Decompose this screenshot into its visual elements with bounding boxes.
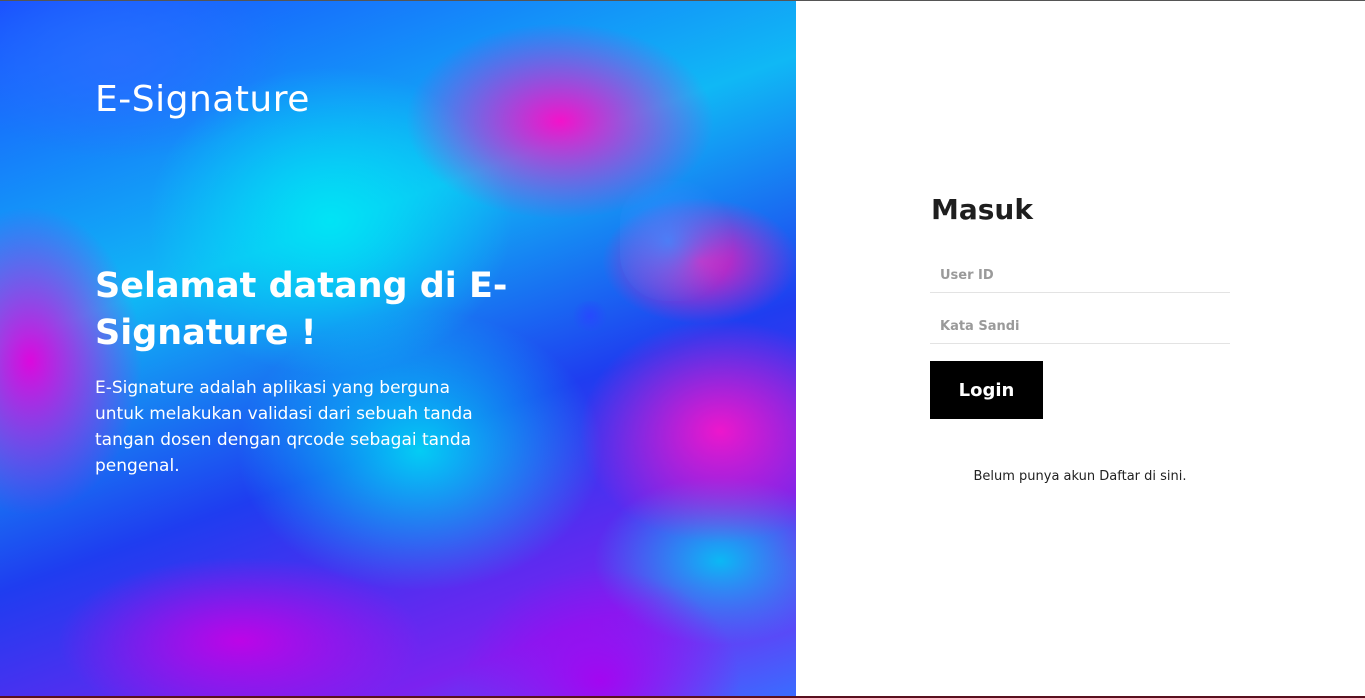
- user-id-input[interactable]: [930, 259, 1230, 293]
- login-panel: Masuk Login Belum punya akun Daftar di s…: [796, 1, 1365, 696]
- signup-prefix: Belum punya akun: [973, 469, 1096, 484]
- signup-prompt: Belum punya akun Daftar di sini.: [930, 469, 1230, 484]
- hero-panel: E-Signature Selamat datang di E-Signatur…: [0, 1, 796, 696]
- login-title: Masuk: [931, 193, 1033, 226]
- welcome-heading: Selamat datang di E-Signature !: [95, 266, 508, 353]
- page: E-Signature Selamat datang di E-Signatur…: [0, 0, 1365, 698]
- login-button[interactable]: Login: [930, 361, 1043, 419]
- hero-texture: [570, 301, 610, 331]
- hero-description: E-Signature adalah aplikasi yang berguna…: [95, 378, 473, 476]
- hero-texture: [620, 181, 740, 301]
- signup-link[interactable]: Daftar di sini.: [1099, 469, 1186, 484]
- password-input[interactable]: [930, 310, 1230, 344]
- brand-title: E-Signature: [95, 79, 310, 120]
